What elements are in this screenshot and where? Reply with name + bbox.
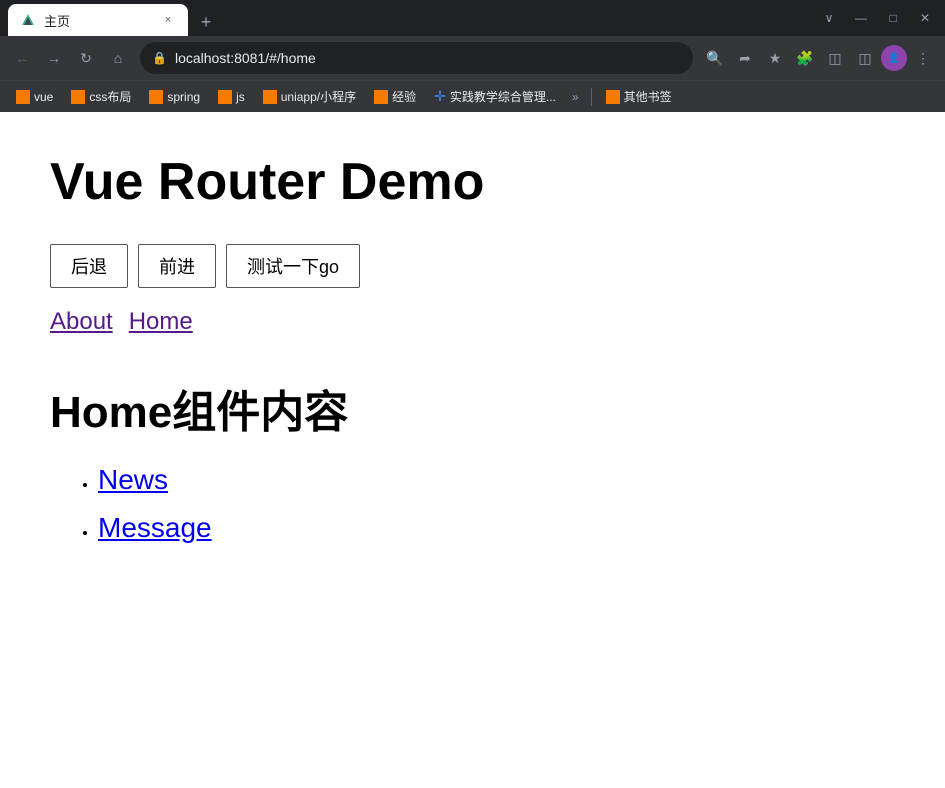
bookmarks-bar: vue css布局 spring js uniapp/小程序 经验 ✛ 实践教学… [0, 80, 945, 112]
close-window-button[interactable]: ✕ [913, 6, 937, 30]
lock-icon: 🔒 [152, 51, 167, 65]
bookmark-uniapp-icon [263, 90, 277, 104]
tab-strip: 主页 × + [8, 0, 817, 36]
bookmark-shijian-label: 实践教学综合管理... [450, 88, 556, 105]
bookmark-css-icon [71, 90, 85, 104]
bookmarks-divider [591, 88, 592, 106]
back-history-button[interactable]: 后退 [50, 244, 128, 288]
bookmark-vue-icon [16, 90, 30, 104]
bookmark-vue[interactable]: vue [8, 86, 61, 108]
extensions-button[interactable]: 🧩 [791, 44, 819, 72]
go-test-button[interactable]: 测试一下go [226, 244, 360, 288]
bookmark-jingyan[interactable]: 经验 [366, 84, 424, 109]
profile-avatar[interactable]: 👤 [881, 45, 907, 71]
message-link[interactable]: Message [98, 512, 212, 543]
title-bar: 主页 × + ∨ — □ ✕ [0, 0, 945, 36]
share-button[interactable]: ➦ [731, 44, 759, 72]
bookmark-css-label: css布局 [89, 88, 131, 105]
reload-button[interactable]: ↻ [72, 44, 100, 72]
sidebar-button[interactable]: ◫ [851, 44, 879, 72]
list-item-news: News [98, 464, 895, 496]
list-item-message: Message [98, 512, 895, 544]
bookmark-uniapp-label: uniapp/小程序 [281, 88, 356, 105]
chevron-down-icon[interactable]: ∨ [817, 6, 841, 30]
bookmark-shijian-icon: ✛ [434, 88, 446, 105]
zoom-button[interactable]: 🔍 [701, 44, 729, 72]
bookmark-jingyan-icon [374, 90, 388, 104]
minimize-button[interactable]: — [849, 6, 873, 30]
address-text: localhost:8081/#/home [175, 50, 681, 66]
bookmark-other-label: 其他书签 [624, 88, 672, 105]
bookmark-js[interactable]: js [210, 86, 253, 108]
home-link[interactable]: Home [129, 308, 193, 336]
home-button[interactable]: ⌂ [104, 44, 132, 72]
page-content: Vue Router Demo 后退 前进 测试一下go About Home … [0, 112, 945, 788]
page-main-title: Vue Router Demo [50, 152, 895, 212]
bookmark-js-label: js [236, 90, 245, 104]
address-bar[interactable]: 🔒 localhost:8081/#/home [140, 42, 693, 74]
browser-chrome: 主页 × + ∨ — □ ✕ ← → ↻ ⌂ 🔒 localhost:8081/… [0, 0, 945, 112]
bookmark-shijian[interactable]: ✛ 实践教学综合管理... [426, 84, 564, 109]
button-group: 后退 前进 测试一下go [50, 244, 895, 288]
bookmark-jingyan-label: 经验 [392, 88, 416, 105]
bookmark-other[interactable]: 其他书签 [598, 84, 680, 109]
menu-button[interactable]: ⋮ [909, 44, 937, 72]
maximize-button[interactable]: □ [881, 6, 905, 30]
bookmark-spring-label: spring [167, 90, 200, 104]
tab-favicon [20, 12, 36, 28]
bookmarks-more-button[interactable]: » [566, 86, 585, 108]
navigation-bar: ← → ↻ ⌂ 🔒 localhost:8081/#/home 🔍 ➦ ★ 🧩 … [0, 36, 945, 80]
bookmark-spring-icon [149, 90, 163, 104]
forward-button[interactable]: → [40, 44, 68, 72]
tab-close-button[interactable]: × [160, 12, 176, 28]
news-link[interactable]: News [98, 464, 168, 495]
nav-list: News Message [50, 464, 895, 544]
forward-history-button[interactable]: 前进 [138, 244, 216, 288]
nav-icons: 🔍 ➦ ★ 🧩 ◫ ◫ 👤 ⋮ [701, 44, 937, 72]
bookmark-other-icon [606, 90, 620, 104]
bookmark-spring[interactable]: spring [141, 86, 208, 108]
active-tab[interactable]: 主页 × [8, 4, 188, 36]
bookmark-css[interactable]: css布局 [63, 84, 139, 109]
router-links: About Home [50, 308, 895, 336]
window-controls: ∨ — □ ✕ [817, 6, 937, 30]
bookmark-js-icon [218, 90, 232, 104]
about-link[interactable]: About [50, 308, 113, 336]
bookmark-vue-label: vue [34, 90, 53, 104]
new-tab-button[interactable]: + [192, 8, 220, 36]
section-title: Home组件内容 [50, 376, 895, 440]
bookmark-uniapp[interactable]: uniapp/小程序 [255, 84, 364, 109]
tab-title: 主页 [44, 11, 152, 30]
profile-manager-button[interactable]: ◫ [821, 44, 849, 72]
back-button[interactable]: ← [8, 44, 36, 72]
bookmark-star-button[interactable]: ★ [761, 44, 789, 72]
